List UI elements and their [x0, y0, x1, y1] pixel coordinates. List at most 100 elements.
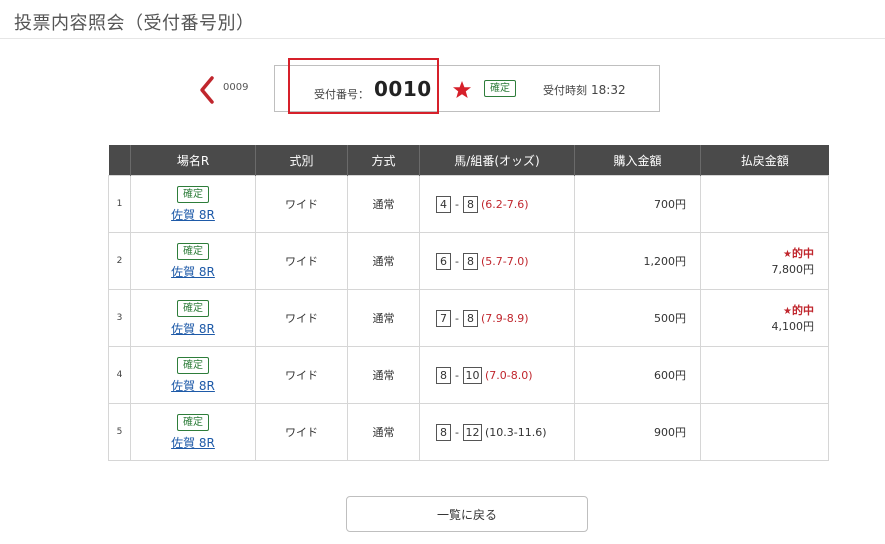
venue-cell: 確定佐賀 8R — [130, 403, 256, 461]
method-cell: 通常 — [347, 175, 420, 233]
venue-race-link[interactable]: 佐賀 8R — [131, 206, 255, 223]
row-index: 2 — [108, 232, 131, 290]
odds-range: (7.0-8.0) — [484, 368, 533, 382]
table-row: 3 確定 佐賀 8R ワイド 通常 7-8 (7.9-8.9) 500円 ★的中 4,100円 — [108, 289, 829, 347]
combination-cell: 6-8 (5.7-7.0) — [419, 232, 575, 290]
prev-receipt-number[interactable]: 0009 — [223, 82, 248, 93]
payout-cell — [700, 403, 829, 461]
payout-amount: 4,100円 — [771, 320, 815, 333]
page-title: 投票内容照会（受付番号別） — [14, 13, 255, 34]
horse-number-box: 12 — [462, 423, 482, 441]
table-row: 1 確定 佐賀 8R ワイド 通常 4-8 (6.2-7.6) 700円 — [108, 175, 829, 233]
purchase-amount: 900円 — [574, 403, 701, 461]
chevron-left-icon[interactable] — [197, 74, 217, 106]
row-index: 3 — [108, 289, 131, 347]
horse-number-box: 8 — [436, 423, 451, 441]
venue-race-link[interactable]: 佐賀 8R — [131, 434, 255, 451]
purchase-amount: 600円 — [574, 346, 701, 404]
bets-table: 場名R 式別 方式 馬/組番(オッズ) 購入金額 払戻金額 1 確定 佐賀 8R ワイ… — [108, 145, 829, 461]
method-cell: 通常 — [347, 346, 420, 404]
back-to-list-button[interactable]: 一覧に戻る — [346, 496, 588, 532]
row-index: 5 — [108, 403, 131, 461]
table-header-row: 場名R 式別 方式 馬/組番(オッズ) 購入金額 払戻金額 — [108, 145, 829, 176]
table-row: 5 確定 佐賀 8R ワイド 通常 8-12 (10.3-11.6) 900円 — [108, 403, 829, 461]
hit-label: ★的中 — [701, 245, 814, 261]
horse-number-box: 8 — [462, 195, 478, 213]
receipt-number-label: 受付番号： — [314, 88, 369, 101]
row-index: 4 — [108, 346, 131, 404]
odds-range: (10.3-11.6) — [484, 425, 547, 439]
venue-race-link[interactable]: 佐賀 8R — [131, 377, 255, 394]
separator: - — [455, 254, 459, 268]
column-header-bet-type: 式別 — [255, 145, 348, 176]
payout-cell — [700, 175, 829, 233]
separator: - — [455, 197, 459, 211]
status-badge: 確定 — [177, 413, 209, 431]
method-cell: 通常 — [347, 232, 420, 290]
column-header-payout: 払戻金額 — [700, 145, 829, 176]
column-header-combination: 馬/組番(オッズ) — [419, 145, 575, 176]
bet-type-cell: ワイド — [255, 289, 348, 347]
receipt-time-value: 18:32 — [591, 83, 626, 97]
horse-number-box: 8 — [462, 252, 478, 270]
star-icon[interactable] — [452, 80, 472, 99]
separator: - — [455, 368, 459, 382]
table-row: 2 確定 佐賀 8R ワイド 通常 6-8 (5.7-7.0) 1,200円 ★的中 7,800円 — [108, 232, 829, 290]
venue-cell: 確定佐賀 8R — [130, 289, 256, 347]
title-divider — [0, 38, 885, 39]
column-header-venue: 場名R — [130, 145, 256, 176]
horse-number-box: 7 — [436, 309, 451, 327]
separator: - — [455, 311, 459, 325]
status-badge: 確定 — [177, 299, 209, 317]
venue-cell: 確定佐賀 8R — [130, 232, 256, 290]
column-header-index — [108, 145, 131, 176]
receipt-time-label: 受付時刻 — [543, 84, 587, 97]
horse-number-box: 4 — [436, 195, 451, 213]
prev-receipt-link[interactable]: 0009 — [197, 74, 257, 106]
purchase-amount: 700円 — [574, 175, 701, 233]
star-icon: ★ — [783, 249, 792, 260]
bet-type-cell: ワイド — [255, 403, 348, 461]
star-icon: ★ — [783, 306, 792, 317]
method-cell: 通常 — [347, 403, 420, 461]
horse-number-box: 10 — [462, 366, 482, 384]
venue-cell: 確定佐賀 8R — [130, 346, 256, 404]
hit-text: 的中 — [792, 304, 814, 317]
bet-type-cell: ワイド — [255, 346, 348, 404]
column-header-amount: 購入金額 — [574, 145, 701, 176]
odds-range: (5.7-7.0) — [480, 254, 529, 268]
combination-cell: 8-12 (10.3-11.6) — [419, 403, 575, 461]
combination-cell: 4-8 (6.2-7.6) — [419, 175, 575, 233]
venue-cell: 確定佐賀 8R — [130, 175, 256, 233]
combination-cell: 8-10 (7.0-8.0) — [419, 346, 575, 404]
hit-label: ★的中 — [701, 302, 814, 318]
bet-type-cell: ワイド — [255, 232, 348, 290]
separator: - — [455, 425, 459, 439]
payout-cell: ★的中 4,100円 — [700, 289, 829, 347]
method-cell: 通常 — [347, 289, 420, 347]
receipt-number: 0010 — [374, 77, 432, 101]
status-badge: 確定 — [177, 356, 209, 374]
status-badge: 確定 — [177, 242, 209, 260]
combination-cell: 7-8 (7.9-8.9) — [419, 289, 575, 347]
row-index: 1 — [108, 175, 131, 233]
hit-text: 的中 — [792, 247, 814, 260]
status-badge: 確定 — [177, 185, 209, 203]
column-header-method: 方式 — [347, 145, 420, 176]
payout-amount: 7,800円 — [771, 263, 815, 276]
horse-number-box: 6 — [436, 252, 451, 270]
payout-cell — [700, 346, 829, 404]
purchase-amount: 500円 — [574, 289, 701, 347]
odds-range: (7.9-8.9) — [480, 311, 529, 325]
horse-number-box: 8 — [462, 309, 478, 327]
table-row: 4 確定 佐賀 8R ワイド 通常 8-10 (7.0-8.0) 600円 — [108, 346, 829, 404]
payout-cell: ★的中 7,800円 — [700, 232, 829, 290]
purchase-amount: 1,200円 — [574, 232, 701, 290]
receipt-time: 受付時刻 18:32 — [543, 82, 626, 98]
venue-race-link[interactable]: 佐賀 8R — [131, 263, 255, 280]
venue-race-link[interactable]: 佐賀 8R — [131, 320, 255, 337]
status-badge: 確定 — [484, 80, 516, 97]
bet-type-cell: ワイド — [255, 175, 348, 233]
odds-range: (6.2-7.6) — [480, 197, 529, 211]
horse-number-box: 8 — [436, 366, 451, 384]
